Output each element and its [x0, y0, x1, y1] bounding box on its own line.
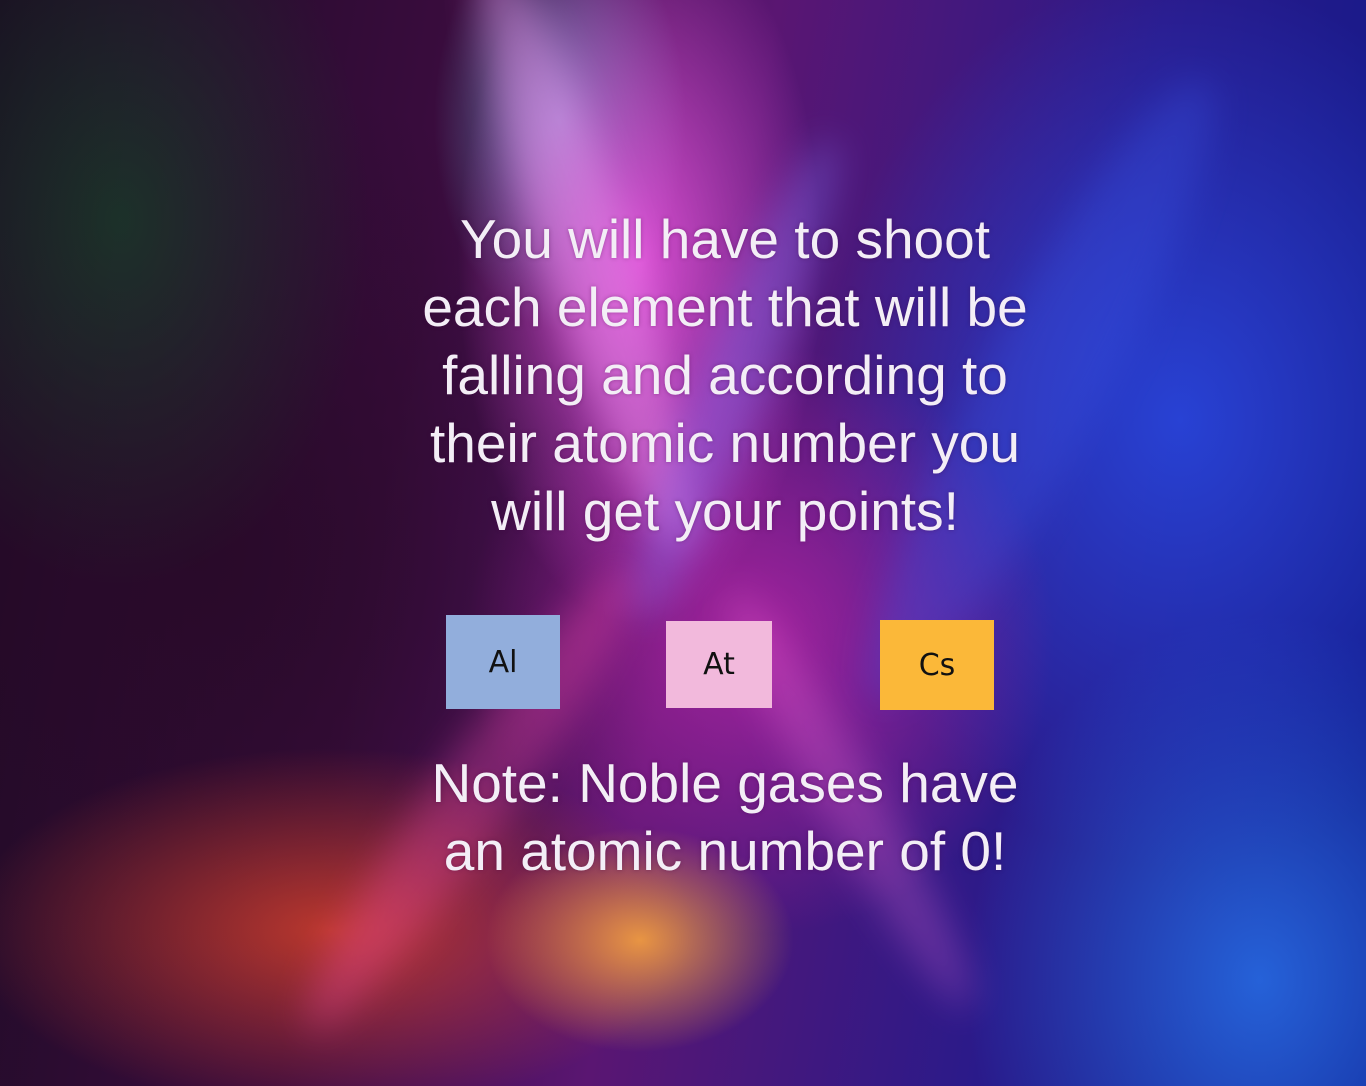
note-text: Note: Noble gases have an atomic number o…: [360, 749, 1090, 885]
instructions-line: each element that will be: [422, 276, 1028, 338]
instructions-line: falling and according to: [442, 344, 1008, 406]
note-line: an atomic number of 0!: [443, 820, 1007, 882]
instructions-text: You will have to shoot each element that …: [360, 205, 1090, 545]
element-symbol: Cs: [918, 647, 956, 683]
instructions-line: You will have to shoot: [460, 208, 990, 270]
element-symbol: Al: [488, 644, 518, 680]
element-symbol: At: [703, 647, 735, 682]
element-tile-at: At: [666, 621, 772, 708]
element-tile-cs: Cs: [880, 620, 994, 710]
element-tile-al: Al: [446, 615, 560, 709]
instructions-line: will get your points!: [491, 480, 959, 542]
note-line: Note: Noble gases have: [431, 752, 1019, 814]
instructions-line: their atomic number you: [430, 412, 1020, 474]
